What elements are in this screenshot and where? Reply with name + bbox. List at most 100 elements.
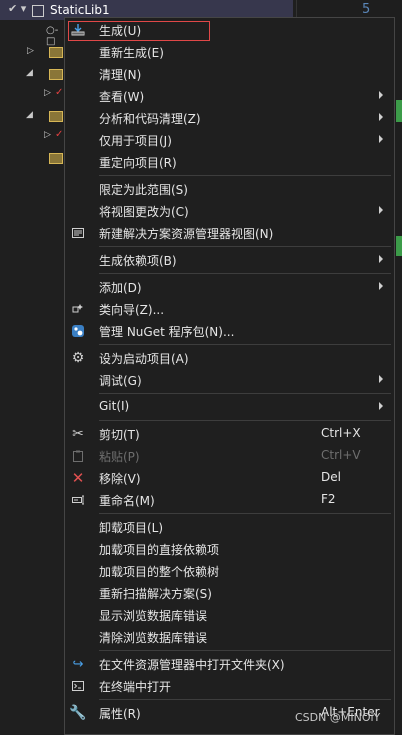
menu-item-label: 剪切(T) bbox=[99, 428, 140, 442]
new-window-icon bbox=[70, 225, 86, 241]
menu-item-label: 重命名(M) bbox=[99, 494, 155, 508]
menu-item-clean[interactable]: 清理(N) bbox=[65, 63, 394, 85]
tree-row-folder[interactable]: ◢ bbox=[0, 106, 64, 126]
menu-item-build[interactable]: 生成(U) bbox=[65, 19, 394, 41]
tree-row-external-deps[interactable]: ▷ bbox=[0, 42, 64, 62]
submenu-arrow-icon bbox=[379, 282, 383, 290]
filter-folder-icon bbox=[49, 69, 63, 80]
filter-folder-icon bbox=[49, 153, 63, 164]
menu-item-change-view[interactable]: 将视图更改为(C) bbox=[65, 200, 394, 222]
menu-item-open-folder[interactable]: ↪ 在文件资源管理器中打开文件夹(X) bbox=[65, 653, 394, 675]
change-marker bbox=[396, 236, 402, 256]
close-icon: ✕ bbox=[71, 469, 85, 487]
project-icon bbox=[32, 5, 44, 17]
menu-separator bbox=[99, 344, 391, 345]
tree-row-file[interactable]: ▷ ✓ bbox=[0, 84, 64, 104]
tree-row-folder[interactable] bbox=[0, 148, 64, 168]
menu-item-label: 在文件资源管理器中打开文件夹(X) bbox=[99, 658, 285, 672]
line-number: 5 bbox=[362, 2, 371, 17]
menu-item-label: 生成依赖项(B) bbox=[99, 254, 177, 268]
menu-item-label: 设为启动项目(A) bbox=[99, 352, 189, 366]
menu-item-unload[interactable]: 卸载项目(L) bbox=[65, 516, 394, 538]
nuget-icon bbox=[70, 323, 86, 339]
menu-item-label: 加载项目的直接依赖项 bbox=[99, 543, 220, 557]
menu-item-nuget[interactable]: 管理 NuGet 程序包(N)... bbox=[65, 320, 394, 342]
menu-separator bbox=[99, 273, 391, 274]
menu-item-cut[interactable]: ✂ 剪切(T) Ctrl+X bbox=[65, 423, 394, 445]
menu-item-set-startup[interactable]: ⚙ 设为启动项目(A) bbox=[65, 347, 394, 369]
menu-item-label: 管理 NuGet 程序包(N)... bbox=[99, 325, 235, 339]
menu-separator bbox=[99, 513, 391, 514]
folder-icon bbox=[49, 47, 63, 58]
menu-item-label: 重定向项目(R) bbox=[99, 156, 177, 170]
menu-item-view[interactable]: 查看(W) bbox=[65, 85, 394, 107]
menu-item-rename[interactable]: 重命名(M) F2 bbox=[65, 489, 394, 511]
menu-item-scope[interactable]: 限定为此范围(S) bbox=[65, 178, 394, 200]
submenu-arrow-icon bbox=[379, 91, 383, 99]
menu-item-rescan[interactable]: 重新扫描解决方案(S) bbox=[65, 582, 394, 604]
tree-row-references[interactable]: ○-□ bbox=[0, 22, 64, 47]
menu-item-class-wizard[interactable]: 类向导(Z)... bbox=[65, 298, 394, 320]
menu-item-project-only[interactable]: 仅用于项目(J) bbox=[65, 129, 394, 151]
menu-item-debug[interactable]: 调试(G) bbox=[65, 369, 394, 391]
submenu-arrow-icon bbox=[379, 206, 383, 214]
submenu-arrow-icon bbox=[379, 375, 383, 383]
menu-item-label: 清除浏览数据库错误 bbox=[99, 631, 208, 645]
menu-item-label: 新建解决方案资源管理器视图(N) bbox=[99, 227, 274, 241]
menu-item-remove[interactable]: ✕ 移除(V) Del bbox=[65, 467, 394, 489]
menu-item-paste[interactable]: 粘贴(P) Ctrl+V bbox=[65, 445, 394, 467]
menu-item-label: Git(I) bbox=[99, 399, 130, 413]
expand-chevron-icon[interactable]: ✔ ▾ bbox=[8, 2, 26, 15]
refresh-arrow-icon: ↪ bbox=[72, 656, 84, 672]
menu-item-load-direct-deps[interactable]: 加载项目的直接依赖项 bbox=[65, 538, 394, 560]
shortcut-label: Del bbox=[321, 470, 341, 484]
expand-chevron-icon[interactable]: ▷ bbox=[27, 46, 34, 56]
context-menu: 生成(U) 重新生成(E) 清理(N) 查看(W) 分析和代码清理(Z) 仅用于… bbox=[64, 17, 395, 735]
menu-item-build-deps[interactable]: 生成依赖项(B) bbox=[65, 249, 394, 271]
submenu-arrow-icon bbox=[379, 402, 383, 410]
change-marker bbox=[396, 100, 402, 122]
menu-item-open-terminal[interactable]: 在终端中打开 bbox=[65, 675, 394, 697]
checkmark-icon: ✓ bbox=[55, 129, 64, 140]
menu-separator bbox=[99, 699, 391, 700]
tree-row-file[interactable]: ▷ ✓ bbox=[0, 126, 64, 146]
submenu-arrow-icon bbox=[379, 113, 383, 121]
menu-item-label: 清理(N) bbox=[99, 68, 142, 82]
menu-item-add[interactable]: 添加(D) bbox=[65, 276, 394, 298]
menu-item-label: 类向导(Z)... bbox=[99, 303, 165, 317]
menu-separator bbox=[99, 393, 391, 394]
filter-folder-icon bbox=[49, 111, 63, 122]
menu-item-label: 调试(G) bbox=[99, 374, 142, 388]
tree-row-folder[interactable]: ◢ bbox=[0, 64, 64, 84]
shortcut-label: F2 bbox=[321, 492, 336, 506]
menu-item-new-view[interactable]: 新建解决方案资源管理器视图(N) bbox=[65, 222, 394, 244]
collapse-chevron-icon[interactable]: ◢ bbox=[26, 110, 33, 120]
menu-separator bbox=[99, 650, 391, 651]
expand-chevron-icon[interactable]: ▷ bbox=[44, 88, 51, 98]
menu-item-clear-db-errors[interactable]: 清除浏览数据库错误 bbox=[65, 626, 394, 648]
menu-item-label: 限定为此范围(S) bbox=[99, 183, 188, 197]
menu-item-label: 属性(R) bbox=[99, 707, 141, 721]
menu-item-retarget[interactable]: 重定向项目(R) bbox=[65, 151, 394, 173]
menu-item-show-db-errors[interactable]: 显示浏览数据库错误 bbox=[65, 604, 394, 626]
shortcut-label: Ctrl+X bbox=[321, 426, 361, 440]
menu-item-label: 粘贴(P) bbox=[99, 450, 140, 464]
menu-item-load-dep-tree[interactable]: 加载项目的整个依赖树 bbox=[65, 560, 394, 582]
clipboard-icon bbox=[70, 448, 86, 464]
checkmark-icon: ✓ bbox=[55, 87, 64, 98]
menu-item-label: 重新生成(E) bbox=[99, 46, 164, 60]
submenu-arrow-icon bbox=[379, 255, 383, 263]
menu-separator bbox=[99, 175, 391, 176]
menu-item-analyze[interactable]: 分析和代码清理(Z) bbox=[65, 107, 394, 129]
expand-chevron-icon[interactable]: ▷ bbox=[44, 130, 51, 140]
submenu-arrow-icon bbox=[379, 135, 383, 143]
project-title: StaticLib1 bbox=[50, 3, 110, 17]
menu-item-label: 分析和代码清理(Z) bbox=[99, 112, 201, 126]
build-icon bbox=[70, 22, 86, 38]
collapse-chevron-icon[interactable]: ◢ bbox=[26, 68, 33, 78]
menu-item-rebuild[interactable]: 重新生成(E) bbox=[65, 41, 394, 63]
menu-item-label: 仅用于项目(J) bbox=[99, 134, 172, 148]
menu-item-git[interactable]: Git(I) bbox=[65, 396, 394, 418]
menu-item-label: 重新扫描解决方案(S) bbox=[99, 587, 212, 601]
menu-item-label: 显示浏览数据库错误 bbox=[99, 609, 208, 623]
